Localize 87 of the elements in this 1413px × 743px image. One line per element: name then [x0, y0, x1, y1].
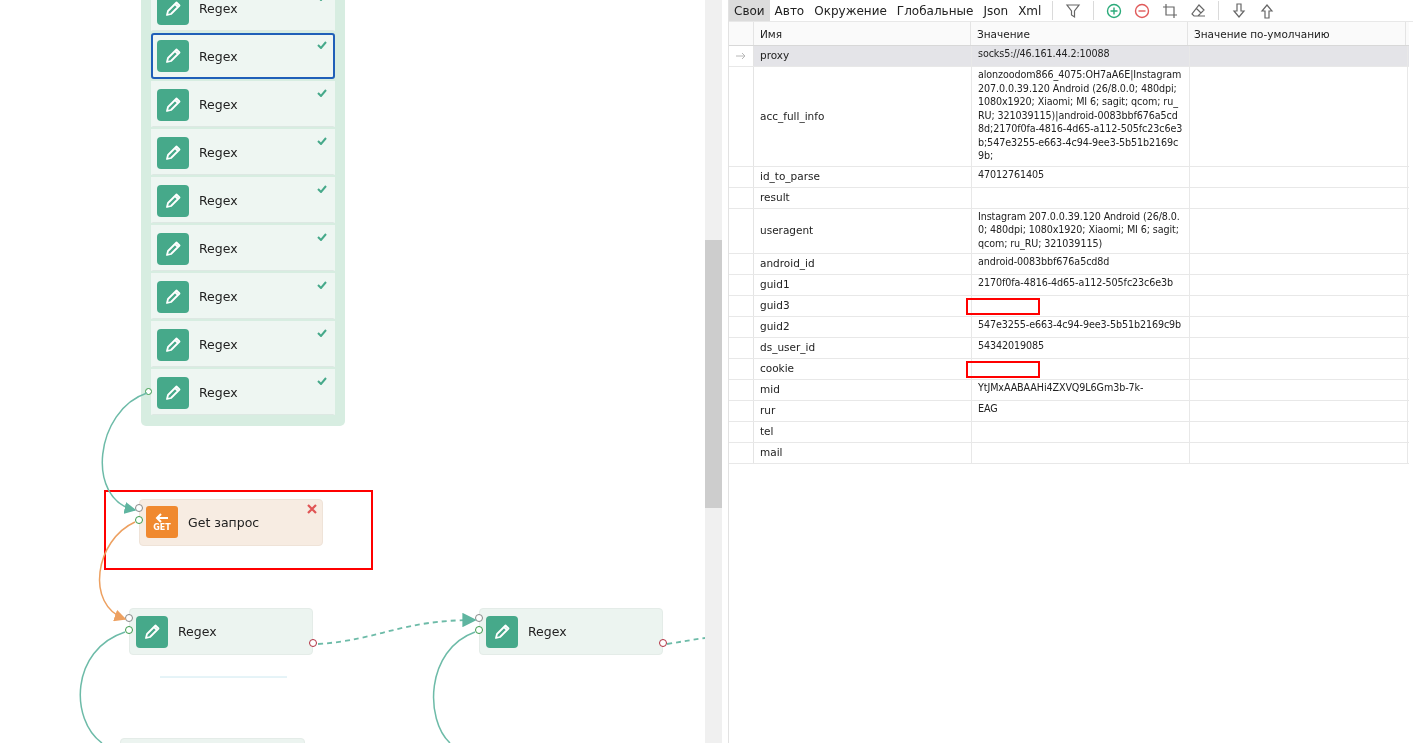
- table-cell-text: YtJMxAABAAHi4ZXVQ9L6Gm3b-7k-: [978, 381, 1145, 395]
- regex-node[interactable]: Regex: [479, 608, 663, 655]
- close-icon[interactable]: [307, 504, 317, 514]
- arrow-down-icon[interactable]: [1231, 2, 1248, 19]
- table-row[interactable]: guid1 2170f0fa-4816-4d65-a112-505fc23c6e3b: [729, 275, 1409, 296]
- table-cell: proxy: [760, 49, 790, 63]
- table-cell: id_to_parse: [760, 169, 820, 184]
- connector-line: [666, 637, 705, 645]
- table-row[interactable]: android_id android-0083bbf676a5cd8d: [729, 254, 1409, 275]
- regex-node[interactable]: Regex: [151, 321, 335, 367]
- table-cell-text: android-0083bbf676a5cd8d: [978, 255, 1111, 269]
- table-cell: rur: [760, 404, 776, 418]
- table-row[interactable]: result: [729, 187, 1409, 209]
- get-icon: GET: [146, 506, 178, 538]
- table-cell: tel: [760, 425, 774, 439]
- table-row[interactable]: rur EAG: [729, 401, 1409, 422]
- table-cell: cookie: [760, 362, 795, 376]
- filter-icon[interactable]: [1065, 2, 1082, 19]
- pencil-icon: [157, 40, 189, 72]
- tab[interactable]: Авто: [769, 0, 810, 21]
- table-cell: ds_user_id: [760, 341, 816, 355]
- pencil-icon: [157, 328, 189, 361]
- table-cell-text: 2170f0fa-4816-4d65-a112-505fc23c6e3b: [978, 276, 1175, 290]
- column-header[interactable]: Имя: [754, 22, 971, 45]
- regex-node[interactable]: Regex: [129, 608, 313, 655]
- table-row[interactable]: proxy socks5://46.161.44.2:10088: [729, 46, 1409, 67]
- table-cell-text: EAG: [978, 402, 999, 416]
- pencil-icon: [157, 376, 189, 409]
- table-cell: guid3: [760, 299, 790, 313]
- table-cell-text: 54342019085: [978, 339, 1046, 353]
- regex-node[interactable]: Regex: [151, 33, 335, 79]
- pencil-icon: [157, 0, 189, 25]
- port-icon[interactable]: [659, 639, 667, 647]
- table-row[interactable]: ds_user_id 54342019085: [729, 338, 1409, 359]
- pencil-icon: [157, 232, 189, 265]
- table-cell: guid2: [760, 320, 790, 334]
- crop-icon[interactable]: [1162, 2, 1179, 19]
- pencil-icon: [157, 88, 189, 121]
- port-icon[interactable]: [309, 639, 317, 647]
- regex-node[interactable]: Regex: [151, 273, 335, 319]
- table-cell: guid1: [760, 278, 790, 292]
- column-header[interactable]: Значение: [971, 22, 1188, 45]
- regex-node[interactable]: Regex: [151, 81, 335, 127]
- pencil-icon: [136, 615, 168, 648]
- pencil-icon: [486, 615, 518, 648]
- scrollbar-thumb[interactable]: [705, 240, 722, 508]
- get-request-node[interactable]: GET Get запрос: [139, 499, 323, 546]
- tab[interactable]: Глобальные: [891, 0, 979, 21]
- table-row[interactable]: mid YtJMxAABAAHi4ZXVQ9L6Gm3b-7k-: [729, 380, 1409, 401]
- arrow-right-icon: [736, 52, 746, 60]
- table-cell: alonzoodom866_4075:OH7aA6E|Instagram 207.0.0.39.120 Android (26/8.0.0; 480dpi; 1080x1920; Xiaomi; MI 6; sagit; qcom; ru_RU; 321039115)|android-0083bbf676a5cd8d;2170f0fa-4816-4d65-a112-505fc23c6e3b;547e3255-e663-4c94-9ee3-5b51b2169c9b;: [978, 68, 1183, 163]
- pencil-icon: [157, 280, 189, 313]
- table-row[interactable]: cookie: [729, 359, 1409, 380]
- regex-node[interactable]: Regex: [151, 0, 335, 31]
- table-row[interactable]: [729, 67, 1409, 167]
- table-cell: acc_full_info: [760, 109, 825, 123]
- table-cell: mid: [760, 383, 780, 397]
- table-row[interactable]: guid3: [729, 296, 1409, 317]
- port-icon[interactable]: [145, 388, 152, 395]
- arrow-up-icon[interactable]: [1259, 2, 1276, 19]
- regex-node[interactable]: Regex: [151, 225, 335, 271]
- table-cell-text: Instagram 207.0.0.39.120 Android (26/8.0.0; 480dpi; 1080x1920; Xiaomi; MI 6; sagit; qcom; ru_RU; 321039115): [978, 209, 1181, 250]
- table-row[interactable]: guid2 547e3255-e663-4c94-9ee3-5b51b2169c9b: [729, 317, 1409, 338]
- table-cell: android_id: [760, 257, 815, 271]
- regex-node[interactable]: Regex: [151, 369, 335, 415]
- remove-icon[interactable]: [1134, 2, 1151, 19]
- table-cell: 547e3255-e663-4c94-9ee3-5b51b2169c9b: [978, 318, 1183, 332]
- table-row[interactable]: tel: [729, 422, 1409, 443]
- pencil-icon: [157, 184, 189, 217]
- column-header[interactable]: Значение по-умолчанию: [1188, 22, 1406, 45]
- table-cell: mail: [760, 446, 783, 460]
- table-cell-text: 47012761405: [978, 167, 1046, 181]
- table-row[interactable]: mail: [729, 443, 1409, 464]
- table-cell-text: socks5://46.161.44.2:10088: [978, 47, 1111, 61]
- regex-node[interactable]: Regex: [151, 177, 335, 223]
- table-cell: useragent: [760, 224, 814, 238]
- table-row[interactable]: id_to_parse 47012761405: [729, 166, 1409, 188]
- eraser-icon[interactable]: [1190, 2, 1207, 19]
- tab[interactable]: Json: [978, 0, 1014, 21]
- add-icon[interactable]: [1106, 2, 1123, 19]
- tab[interactable]: Окружение: [809, 0, 892, 21]
- tab[interactable]: Xml: [1013, 0, 1047, 21]
- pencil-icon: [157, 136, 189, 169]
- table-cell: result: [760, 190, 790, 205]
- regex-node[interactable]: Regex: [151, 129, 335, 175]
- tab[interactable]: Свои: [729, 0, 770, 21]
- table-row[interactable]: useragent Instagram 207.0.0.39.120 Android (26/8.0.0; 480dpi; 1080x1920; Xiaomi; MI 6; sagit; qcom; ru_RU; 321039115): [729, 208, 1409, 254]
